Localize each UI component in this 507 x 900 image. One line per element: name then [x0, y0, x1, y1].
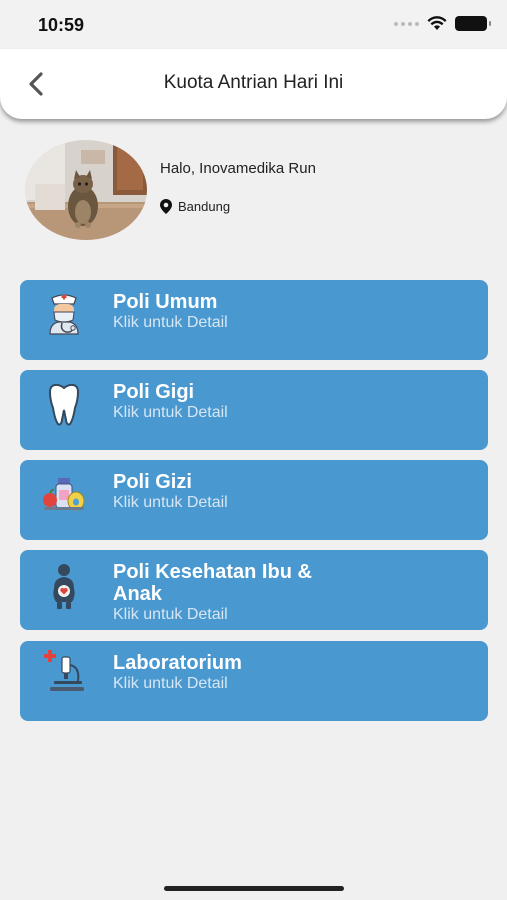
tooth-icon: [48, 383, 80, 426]
location-pin-icon: [160, 199, 172, 214]
menu-subtitle: Klik untuk Detail: [113, 314, 228, 331]
status-time: 10:59: [38, 15, 85, 35]
wifi-icon: [427, 16, 447, 30]
location-text: Bandung: [178, 199, 231, 214]
avatar: [25, 140, 147, 240]
menu-subtitle: Klik untuk Detail: [113, 675, 228, 692]
nutrition-icon: [43, 478, 85, 511]
page-title: Kuota Antrian Hari Ini: [163, 72, 344, 93]
status-icons: [394, 16, 491, 31]
cat-photo: [25, 140, 147, 240]
doctor-icon: [49, 294, 79, 335]
app-header: Kuota Antrian Hari Ini: [0, 49, 507, 119]
pregnant-mother-icon: [53, 564, 75, 609]
menu-subtitle: Klik untuk Detail: [113, 494, 228, 511]
menu-text: Poli Gigi Klik untuk Detail: [113, 381, 413, 423]
menu-title: Poli Gizi: [113, 471, 192, 493]
battery-icon: [455, 16, 491, 31]
menu-subtitle: Klik untuk Detail: [113, 404, 228, 421]
home-indicator[interactable]: [164, 886, 344, 891]
greeting-text: Halo, Inovamedika Run: [160, 160, 316, 177]
menu-card-poli-kesehatan-ibu-anak[interactable]: Poli Kesehatan Ibu & Anak Klik untuk Det…: [20, 550, 488, 630]
status-bar: 10:59: [0, 0, 507, 50]
menu-title: Poli Gigi: [113, 381, 195, 403]
menu-card-poli-umum[interactable]: Poli Umum Klik untuk Detail: [20, 280, 488, 360]
menu-title: Poli Umum: [113, 291, 218, 313]
menu-card-poli-gigi[interactable]: Poli Gigi Klik untuk Detail: [20, 370, 488, 450]
menu-text: Poli Umum Klik untuk Detail: [113, 291, 413, 333]
menu-text: Laboratorium Klik untuk Detail: [113, 652, 413, 694]
menu-card-laboratorium[interactable]: Laboratorium Klik untuk Detail: [20, 641, 488, 721]
profile-section: Halo, Inovamedika Run Bandung: [25, 140, 485, 240]
menu-subtitle: Klik untuk Detail: [113, 606, 228, 623]
menu-title-line2: Anak: [113, 583, 162, 605]
menu-text: Poli Gizi Klik untuk Detail: [113, 471, 413, 513]
menu-text: Poli Kesehatan Ibu & Anak Klik untuk Det…: [113, 561, 413, 625]
signal-icon: [394, 21, 419, 26]
menu-card-poli-gizi[interactable]: Poli Gizi Klik untuk Detail: [20, 460, 488, 540]
menu-title: Poli Kesehatan Ibu &: [113, 561, 312, 583]
menu-title: Laboratorium: [113, 652, 242, 674]
location: Bandung: [160, 199, 230, 214]
microscope-icon: [44, 650, 84, 691]
